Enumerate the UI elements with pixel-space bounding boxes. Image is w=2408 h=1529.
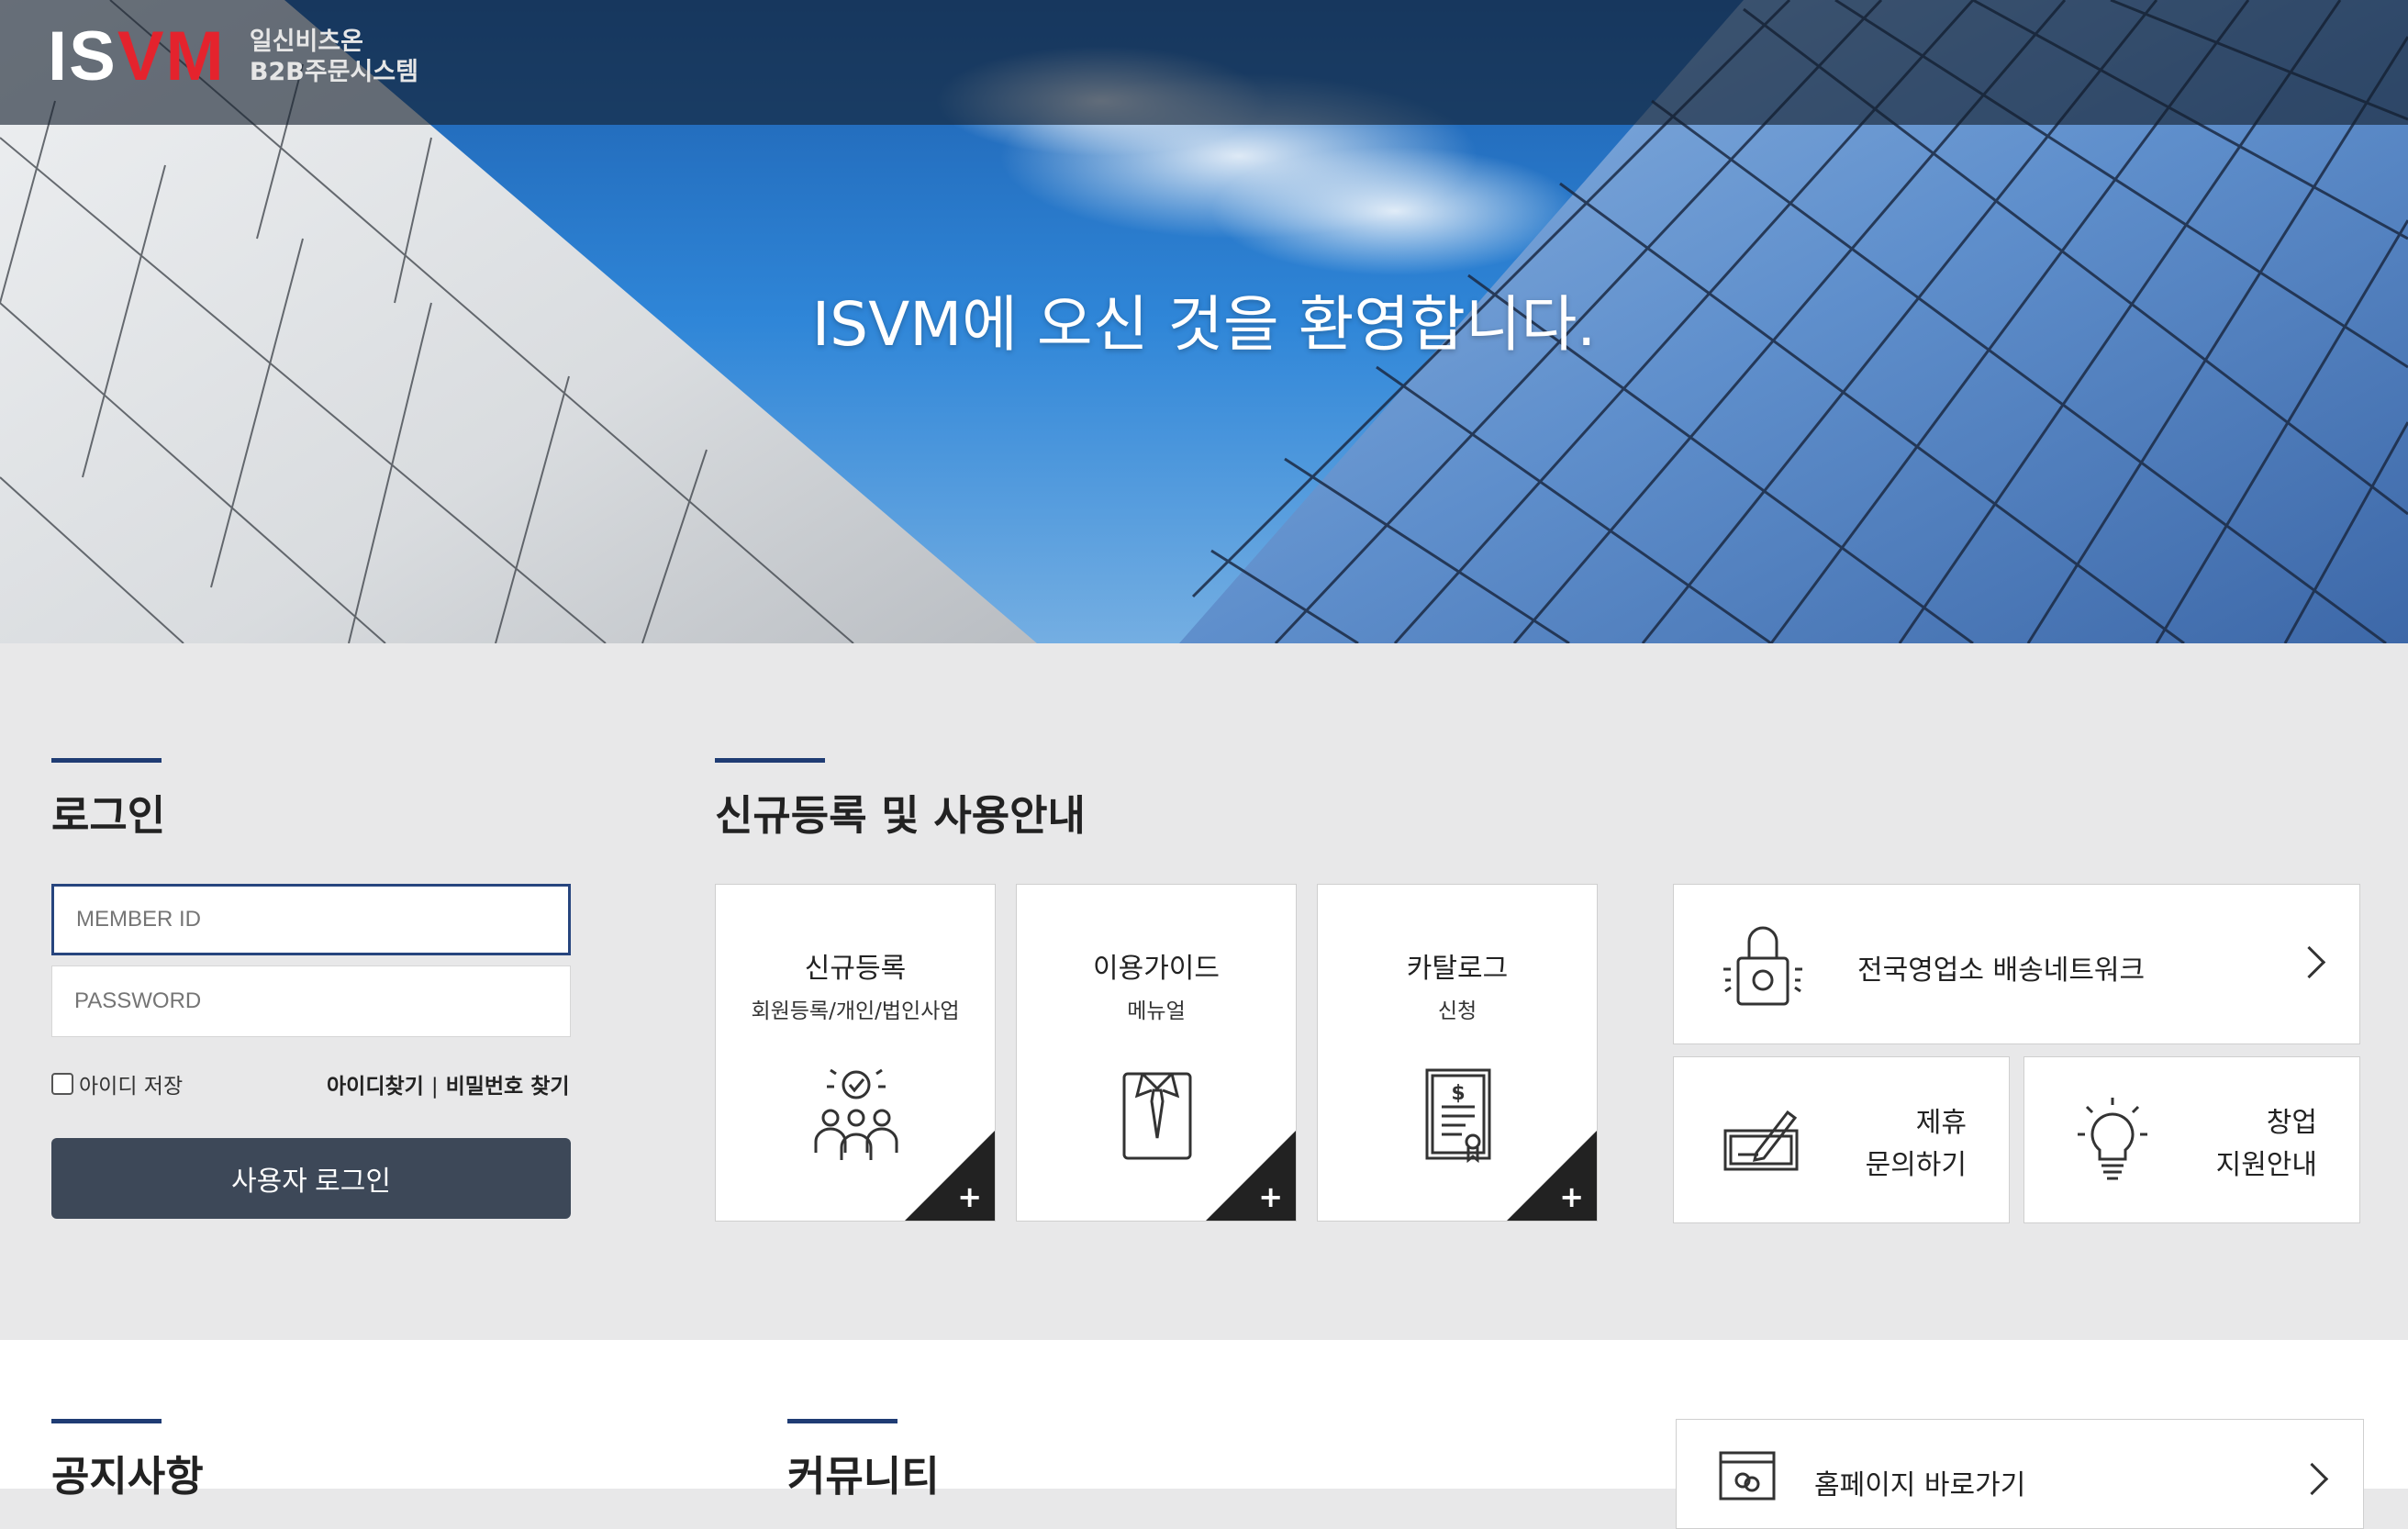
- card-title: 이용가이드: [1093, 953, 1220, 985]
- hero-banner: ISVM 일신비츠온 B2B주문시스템 ISVM에 오신 것을 환영합니다.: [0, 0, 2408, 643]
- partnership-inquiry-link[interactable]: 제휴 문의하기: [1673, 1056, 2010, 1223]
- user-login-button[interactable]: 사용자 로그인: [51, 1138, 571, 1219]
- chevron-right-icon: [2292, 945, 2326, 979]
- guide-title: 신규등록 및 사용안내: [715, 791, 1086, 840]
- remember-id-checkbox[interactable]: [51, 1073, 73, 1095]
- hero-title: ISVM에 오신 것을 환영합니다.: [811, 289, 1597, 360]
- homepage-link[interactable]: 홈페이지 바로가기: [1676, 1419, 2364, 1529]
- plus-icon: +: [957, 1179, 982, 1214]
- notice-title-bar: [51, 1419, 162, 1423]
- card-user-guide[interactable]: 이용가이드 메뉴얼 +: [1016, 884, 1297, 1222]
- partnership-label-line2: 문의하기: [1865, 1149, 1967, 1181]
- startup-label-line1: 창업: [2266, 1107, 2317, 1139]
- lightbulb-icon: [2078, 1098, 2147, 1180]
- logo-subtitle-line1: 일신비츠온: [249, 28, 364, 56]
- card-catalog[interactable]: 카탈로그 신청 $ +: [1317, 884, 1598, 1222]
- padlock-icon: [1723, 926, 1802, 1006]
- guide-title-bar: [715, 758, 825, 763]
- find-id-link[interactable]: 아이디찾기: [327, 1075, 424, 1099]
- partnership-label-line1: 제휴: [1915, 1107, 1967, 1139]
- delivery-network-link[interactable]: 전국영업소 배송네트워크: [1673, 884, 2360, 1044]
- logo-text-vm: VM: [117, 17, 226, 95]
- card-title: 신규등록: [804, 953, 907, 985]
- find-password-link[interactable]: 비밀번호 찾기: [446, 1075, 570, 1099]
- card-subtitle: 회원등록/개인/법인사업: [751, 999, 960, 1023]
- community-title-bar: [787, 1419, 897, 1423]
- logo-mark: ISVM: [48, 22, 226, 92]
- startup-support-link[interactable]: 창업 지원안내: [2023, 1056, 2360, 1223]
- card-new-registration[interactable]: 신규등록 회원등록/개인/법인사업 +: [715, 884, 996, 1222]
- browser-link-icon: [1719, 1451, 1776, 1501]
- login-title: 로그인: [51, 791, 166, 840]
- chevron-right-icon: [2295, 1462, 2329, 1496]
- remember-id-checkbox-wrap[interactable]: 아이디 저장: [51, 1068, 183, 1099]
- logo-text-is: IS: [48, 17, 117, 95]
- logo-subtitle: 일신비츠온 B2B주문시스템: [250, 27, 418, 87]
- card-subtitle: 신청: [1437, 999, 1477, 1023]
- people-check-icon: [814, 1068, 898, 1160]
- notice-title[interactable]: 공지사항: [51, 1443, 204, 1502]
- delivery-network-label: 전국영업소 배송네트워크: [1857, 954, 2146, 987]
- member-id-input[interactable]: [51, 884, 571, 955]
- card-title: 카탈로그: [1406, 953, 1509, 985]
- link-separator: |: [430, 1075, 439, 1099]
- community-title[interactable]: 커뮤니티: [787, 1443, 940, 1502]
- startup-label-line2: 지원안내: [2215, 1149, 2317, 1181]
- find-account-links: 아이디찾기 | 비밀번호 찾기: [327, 1068, 570, 1099]
- svg-text:$: $: [1451, 1082, 1465, 1105]
- certificate-icon: $: [1425, 1068, 1491, 1164]
- login-title-bar: [51, 758, 162, 763]
- logo[interactable]: ISVM 일신비츠온 B2B주문시스템: [48, 22, 418, 92]
- check-sign-icon: [1723, 1110, 1799, 1171]
- plus-icon: +: [1559, 1179, 1584, 1214]
- shirt-tie-icon: [1122, 1072, 1192, 1160]
- password-input[interactable]: [51, 965, 571, 1037]
- bottom-section: 공지사항 커뮤니티 홈페이지 바로가기: [0, 1340, 2408, 1529]
- logo-subtitle-line2: B2B주문시스템: [249, 58, 418, 86]
- homepage-link-label: 홈페이지 바로가기: [1814, 1469, 2026, 1501]
- remember-id-label[interactable]: 아이디 저장: [79, 1068, 183, 1099]
- card-subtitle: 메뉴얼: [1127, 999, 1186, 1023]
- plus-icon: +: [1258, 1179, 1283, 1214]
